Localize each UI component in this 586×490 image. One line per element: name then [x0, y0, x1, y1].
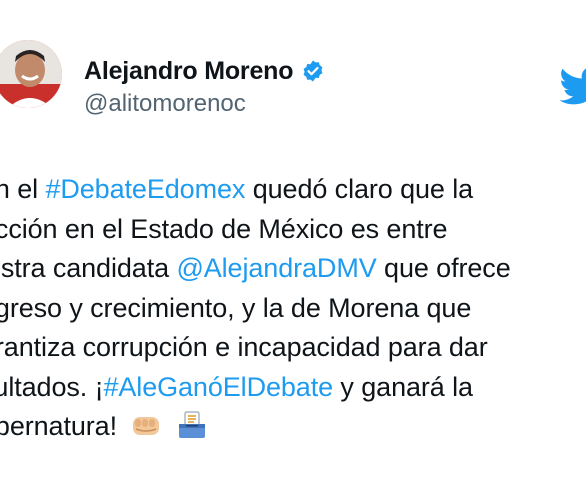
oncoming-fist-icon — [130, 409, 162, 441]
mention-link-alejandradmv[interactable]: @AlejandraDMV — [176, 253, 376, 283]
tweet-line: ubernatura! — [0, 407, 586, 447]
tweet-text-segment: ección en el Estado de México es entre — [0, 213, 448, 244]
tweet-body: on el #DebateEdomex quedó claro que la e… — [0, 170, 586, 447]
hashtag-link-aleganoeldebate[interactable]: #AleGanóElDebate — [103, 372, 333, 402]
tweet-line: sultados. ¡#AleGanóElDebate y ganará la — [0, 368, 586, 408]
tweet-line: on el #DebateEdomex quedó claro que la — [0, 170, 586, 210]
author-handle[interactable]: @alitomorenoc — [84, 90, 246, 118]
author-name-row: Alejandro Moreno — [84, 54, 325, 88]
ballot-box-icon — [176, 409, 208, 441]
tweet-text-segment: iestra candidata — [0, 253, 170, 283]
verified-badge-icon — [301, 59, 325, 83]
twitter-bird-icon[interactable] — [559, 66, 586, 106]
author-display-name[interactable]: Alejandro Moreno — [84, 57, 294, 86]
tweet-text-segment: arantiza corrupción e incapacidad para d… — [0, 332, 488, 362]
avatar[interactable] — [0, 40, 62, 108]
tweet-line: arantiza corrupción e incapacidad para d… — [0, 328, 586, 368]
tweet-text-segment: que ofrece — [376, 253, 511, 283]
tweet-line: ección en el Estado de México es entre — [0, 210, 586, 250]
tweet-card: Alejandro Moreno @alitomorenoc on el #De… — [0, 0, 586, 490]
tweet-text-segment: sultados. ¡ — [0, 371, 104, 402]
tweet-line: ogreso y crecimiento, y la de Morena que — [0, 289, 586, 329]
tweet-text-segment: on el — [0, 174, 39, 204]
tweet-text-segment: quedó claro que la — [245, 174, 474, 204]
avatar-image — [0, 40, 62, 108]
tweet-text-segment: ubernatura! — [0, 411, 117, 441]
hashtag-link-debateedomex[interactable]: #DebateEdomex — [45, 174, 245, 204]
tweet-text-segment: ogreso y crecimiento, y la de Morena que — [0, 292, 472, 323]
tweet-line: iestra candidata @AlejandraDMV que ofrec… — [0, 249, 586, 289]
tweet-text-segment: y ganará la — [333, 371, 473, 402]
